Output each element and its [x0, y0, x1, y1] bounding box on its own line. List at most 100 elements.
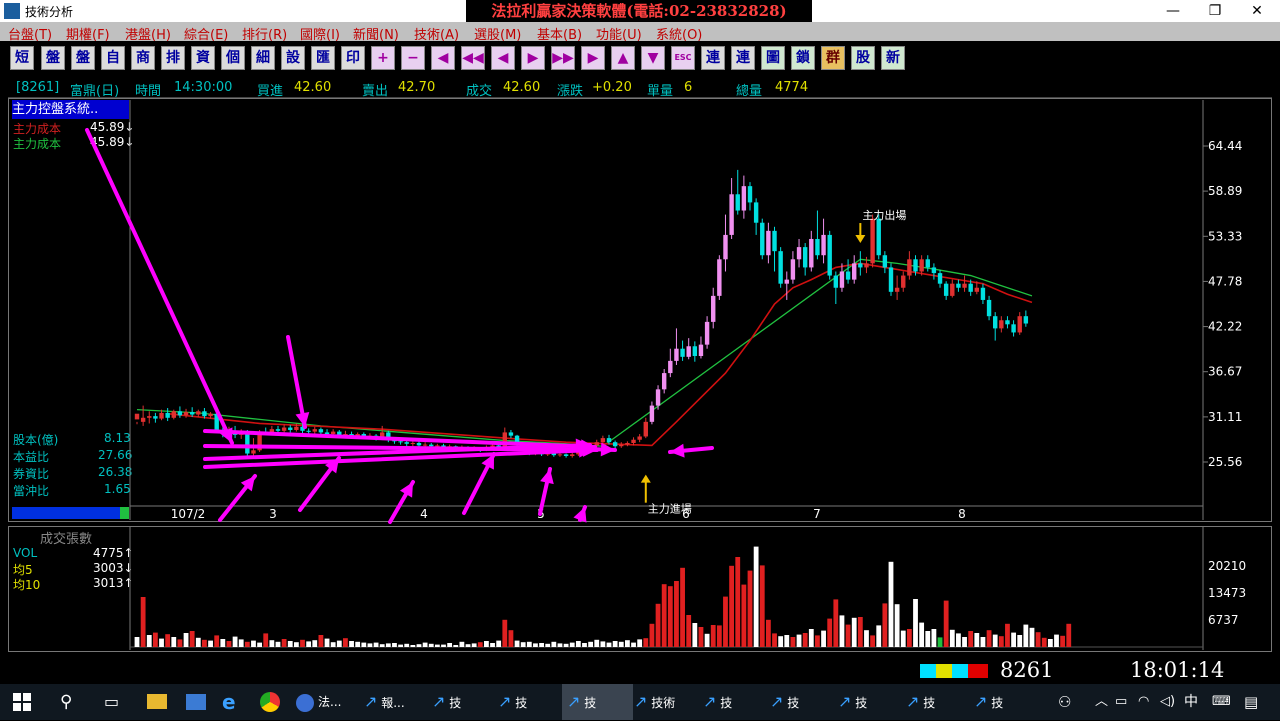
taskbar-item-tech-5[interactable]: ↗ 技 [703, 684, 758, 720]
volume-bar [490, 643, 495, 647]
taskbar-item-tech-6[interactable]: ↗ 技 [770, 684, 825, 720]
volume-bar [263, 633, 269, 647]
task-view-icon[interactable]: ▭ [104, 692, 119, 711]
volume-bar [974, 633, 980, 647]
volume-bar [1005, 623, 1010, 647]
volume-bar [496, 640, 502, 647]
volume-bar [772, 633, 777, 647]
volume-bar [582, 643, 587, 647]
notification-icon[interactable]: ▤ [1244, 684, 1258, 720]
volume-bar [655, 603, 661, 647]
taskbar-item-tech-3[interactable]: ↗ 技 [562, 684, 633, 720]
volume-bar [575, 641, 581, 647]
volume-bar [1066, 623, 1072, 647]
volume-bar [134, 637, 140, 647]
start-icon[interactable] [13, 693, 31, 711]
taskbar-item-report-label: 報... [381, 696, 405, 710]
keyboard-icon[interactable]: ⌨ [1212, 684, 1231, 720]
status-color-yellow [936, 664, 952, 678]
volume-bar [508, 630, 514, 647]
taskbar-item-tech-7[interactable]: ↗ 技 [838, 684, 893, 720]
battery-icon[interactable]: ▭ [1115, 684, 1127, 720]
volume-bar [704, 633, 710, 647]
volume-bar [343, 638, 348, 647]
volume-bar [379, 644, 385, 647]
wifi-icon[interactable]: ◠ [1138, 684, 1149, 720]
volume-bar [165, 634, 171, 647]
volume-bar [674, 581, 679, 647]
status-code: 8261 [1000, 658, 1054, 682]
volume-bar [214, 635, 220, 647]
volume-bar [625, 640, 630, 647]
volume-bar [796, 634, 802, 647]
volume-bar [637, 639, 643, 647]
volume-icon[interactable]: ◁) [1160, 684, 1175, 720]
volume-bar [318, 635, 324, 647]
volume-bar [680, 567, 685, 647]
volume-bar [257, 642, 262, 647]
volume-bar [281, 639, 287, 647]
taskbar-item-app[interactable]: 法... [296, 684, 356, 720]
volume-bar [471, 643, 477, 647]
tray-chevron-icon[interactable]: ︿ [1095, 684, 1108, 720]
ime-indicator[interactable]: 中 [1184, 684, 1198, 720]
volume-bar [1047, 639, 1053, 647]
volume-bar [569, 642, 575, 647]
volume-bar [968, 631, 974, 647]
volume-bar [306, 641, 312, 647]
volume-bar [287, 641, 293, 647]
ie-icon[interactable]: e [222, 684, 246, 720]
volume-bar [723, 596, 728, 647]
volume-bar [876, 625, 882, 647]
volume-bar [177, 639, 183, 647]
volume-tick-label: 13473 [1208, 586, 1246, 600]
volume-bar [226, 641, 232, 647]
volume-bar [251, 640, 256, 647]
volume-bar [244, 641, 250, 647]
volume-bar [980, 637, 986, 647]
volume-bar [373, 642, 379, 647]
volume-bar [416, 644, 422, 647]
volume-bar [600, 641, 606, 647]
status-time: 18:01:14 [1130, 658, 1225, 682]
taskbar-item-report[interactable]: ↗ 報... [364, 684, 419, 720]
taskbar-item-tech-7-label: 技 [855, 696, 868, 710]
volume-bar [428, 643, 434, 647]
taskbar-item-tech-2[interactable]: ↗ 技 [498, 684, 553, 720]
volume-bar [159, 638, 164, 647]
store-icon[interactable] [186, 694, 206, 710]
volume-bar [300, 639, 305, 647]
volume-bar [1029, 627, 1035, 647]
volume-bar [661, 584, 667, 647]
volume-bar [1041, 637, 1047, 647]
taskbar-item-tech-9[interactable]: ↗ 技 [974, 684, 1029, 720]
volume-bar [526, 641, 532, 647]
volume-bar [146, 635, 152, 647]
volume-bar [1060, 635, 1066, 647]
volume-bar [422, 642, 428, 647]
volume-bar [919, 622, 925, 647]
volume-chart: 20210 13473 6737 [129, 527, 1246, 650]
folder-icon[interactable] [147, 694, 167, 709]
volume-bar [1011, 632, 1016, 647]
search-icon[interactable]: ⚲ [60, 692, 72, 712]
volume-bar [692, 623, 698, 647]
taskbar-item-tech-9-label: 技 [991, 696, 1004, 710]
volume-bar [1023, 624, 1029, 647]
chrome-icon[interactable] [260, 692, 280, 712]
taskbar-item-tech-8[interactable]: ↗ 技 [906, 684, 961, 720]
volume-bar [502, 619, 508, 647]
volume-bar [189, 631, 195, 647]
volume-bar [931, 629, 937, 647]
taskbar-item-tech-4[interactable]: ↗ 技術 [634, 684, 694, 720]
taskbar-item-tech-1[interactable]: ↗ 技 [432, 684, 487, 720]
taskbar-item-app-label: 法... [318, 695, 342, 709]
volume-bar [539, 643, 544, 647]
volume-bar [330, 642, 336, 647]
people-icon[interactable]: ⚇ [1058, 684, 1071, 720]
volume-bar [533, 643, 538, 647]
taskbar: ⚲ ▭ e 法... ↗ 報... ↗ 技 ↗ 技 ↗ 技 ↗ 技術 ↗ 技 ↗… [0, 684, 1280, 720]
volume-bar [594, 639, 600, 647]
volume-bar [612, 641, 618, 647]
volume-bar [269, 640, 275, 647]
